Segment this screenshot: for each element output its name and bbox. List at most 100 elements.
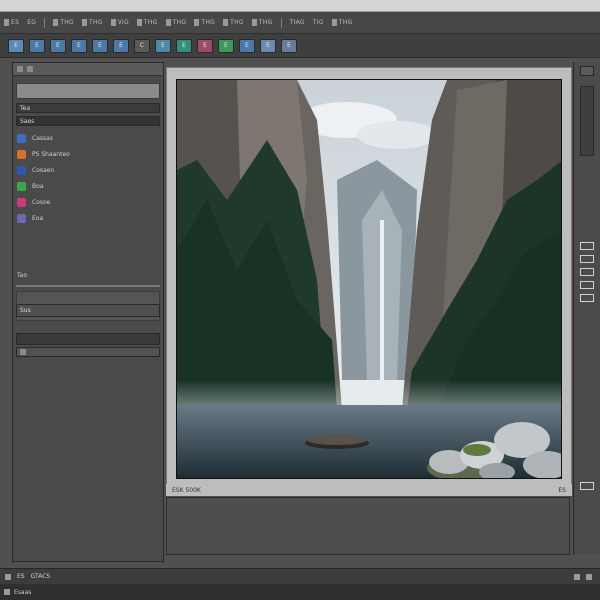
document-icon (81, 19, 87, 26)
menu-item[interactable]: ViG (110, 19, 129, 26)
bottom-icon-2[interactable] (574, 573, 580, 580)
layer-item[interactable]: Cosaen (17, 163, 157, 178)
menu-item-label: THG (201, 19, 216, 26)
landscape-artwork (177, 80, 561, 478)
document-icon (194, 19, 200, 26)
menu-item-label: TIG (312, 19, 324, 26)
left-panel: Tea Saes Cassas PS Shaanteo Cosaen Boa Cosoe… (12, 62, 164, 562)
toolbar-button[interactable]: E (29, 38, 45, 53)
toolbar-button[interactable]: E (197, 38, 213, 53)
layer-item-label: Boa (32, 183, 44, 190)
file-icon: E (77, 42, 81, 49)
toolbar-button[interactable]: E (92, 38, 108, 53)
status-bar: Esaas (0, 584, 600, 600)
panel-search-input[interactable] (16, 83, 160, 99)
status-icon (4, 589, 10, 595)
toolbar-button[interactable]: E (281, 38, 297, 53)
canvas-status-bar: ESK 500K ES (166, 484, 572, 496)
menu-item-label: THG (258, 19, 273, 26)
file-icon: E (224, 42, 228, 49)
tool-icon-1[interactable] (580, 242, 594, 250)
document-icon (136, 19, 142, 26)
panel-header[interactable] (13, 63, 163, 76)
file-icon: E (35, 42, 39, 49)
menu-item[interactable]: THG (194, 19, 215, 26)
refresh-icon: C (139, 42, 145, 49)
toolbar-button[interactable]: E (239, 38, 255, 53)
menu-item[interactable]: THG (331, 19, 353, 26)
toolbar-button[interactable]: E (71, 38, 87, 53)
tool-icon-3[interactable] (580, 268, 594, 276)
bottom-right-icons (574, 573, 592, 580)
menu-item[interactable]: THG (136, 19, 158, 26)
menu-item-label: THG (338, 19, 353, 26)
panel-tab[interactable]: Tea (16, 103, 160, 113)
menu-item-label: ViG (117, 19, 129, 26)
bottom-label-b: GTACS (30, 573, 51, 580)
toolbar-button[interactable]: E (8, 38, 24, 53)
document-icon (110, 19, 116, 26)
document-icon (331, 19, 337, 26)
document-icon (4, 19, 9, 26)
options-bar[interactable]: Sus (16, 304, 160, 317)
menu-item[interactable]: THG (81, 19, 103, 26)
expand-icon[interactable] (580, 66, 594, 76)
toolbar-button[interactable]: C (134, 38, 150, 53)
layer-item[interactable]: PS Shaanteo (17, 147, 157, 162)
panel-section-header[interactable] (16, 333, 160, 345)
layer-item[interactable]: Boa (17, 179, 157, 194)
bottom-icon-1[interactable] (5, 573, 11, 580)
menu-item[interactable]: TIG (313, 19, 324, 26)
sub-row-label: Tao (17, 272, 28, 279)
canvas-image[interactable] (176, 79, 562, 479)
layer-item[interactable]: Eoa (17, 211, 157, 226)
file-icon: E (56, 42, 60, 49)
toolbar-button[interactable]: E (176, 38, 192, 53)
toolbar-button[interactable]: E (260, 38, 276, 53)
brush-icon (17, 198, 26, 207)
tool-icon-4[interactable] (580, 281, 594, 289)
menu-item[interactable]: THG (223, 19, 244, 26)
toolbar-button[interactable]: E (113, 38, 129, 53)
layer-item-label: Cassas (32, 135, 53, 142)
file-icon: E (266, 42, 270, 49)
section-icon (20, 349, 26, 355)
menu-separator (280, 17, 282, 28)
layer-list: Cassas PS Shaanteo Cosaen Boa Cosoe Eoa (13, 131, 163, 241)
menu-item[interactable]: THG (53, 19, 74, 26)
tool-icon-5[interactable] (580, 294, 594, 302)
sub-row[interactable]: Tao (17, 268, 157, 283)
panel-menu-icon[interactable] (17, 66, 23, 72)
toolbar-button[interactable]: E (50, 38, 66, 53)
panel-collapse-icon[interactable] (27, 66, 33, 72)
menu-item-label: ES (11, 19, 20, 26)
menu-item[interactable]: EG (27, 19, 36, 26)
layer-item-label: PS Shaanteo (32, 151, 70, 158)
file-icon: E (203, 42, 207, 49)
panel-section-row[interactable] (16, 347, 160, 357)
tool-icon-2[interactable] (580, 255, 594, 263)
pen-icon (17, 214, 26, 223)
file-icon: E (182, 42, 186, 49)
layer-icon (17, 134, 26, 143)
layer-item[interactable]: Cassas (17, 131, 157, 146)
menu-item[interactable]: THG (251, 19, 273, 26)
title-bar (0, 0, 600, 12)
toolbar-button[interactable]: E (218, 38, 234, 53)
bottom-label-a: ES (17, 573, 25, 580)
bottom-icon-3[interactable] (586, 573, 592, 580)
canvas-status-left: ESK 500K (172, 486, 201, 494)
menu-item[interactable]: THG (165, 19, 187, 26)
menu-item-label: THG (88, 19, 103, 26)
tool-icon-6[interactable] (580, 482, 594, 490)
menu-item[interactable]: ES (4, 19, 19, 26)
layer-item[interactable]: Cosoe (17, 195, 157, 210)
status-label: Esaas (14, 588, 32, 596)
toolbar-button[interactable]: E (155, 38, 171, 53)
document-icon (165, 19, 171, 26)
layer-item-label: Eoa (32, 215, 44, 222)
menu-item[interactable]: TIAG (290, 19, 305, 26)
file-icon: E (119, 42, 123, 49)
menu-separator (44, 17, 46, 28)
toolbar: EEEEEECEEEEEEE (0, 34, 600, 58)
